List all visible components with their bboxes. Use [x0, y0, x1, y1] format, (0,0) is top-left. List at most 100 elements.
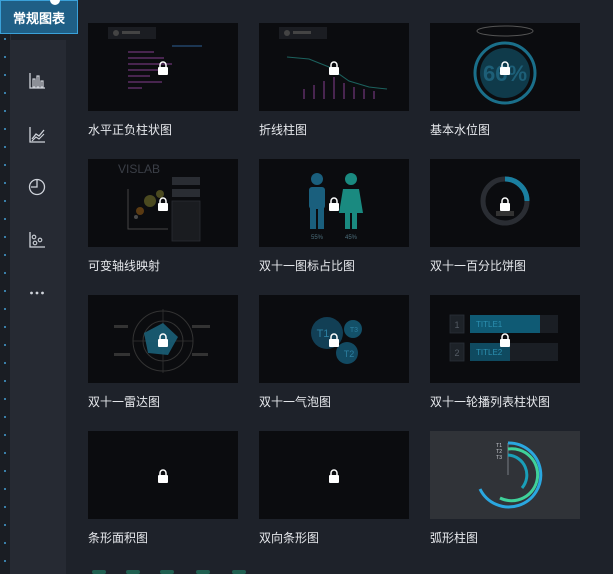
ruler-tick [4, 182, 6, 184]
chart-thumbnail[interactable] [259, 23, 409, 111]
chart-thumbnail[interactable]: T1 T2 T3 [259, 295, 409, 383]
chart-card-label: 双十一气泡图 [259, 395, 332, 409]
row-rank-1: 1 [454, 320, 459, 330]
lock-icon [500, 61, 510, 75]
sidebar-item-scatter[interactable] [24, 227, 50, 253]
lock-icon [500, 197, 510, 211]
chart-card-line-bar[interactable]: 折线柱图 [259, 23, 409, 137]
scatter-chart-icon [29, 232, 45, 248]
chart-card-label: 弧形柱图 [430, 531, 479, 545]
lock-icon [158, 469, 168, 483]
ruler-tick [4, 524, 6, 526]
pie-chart-icon [28, 178, 46, 196]
ruler-tick [4, 380, 6, 382]
line-chart-icon [29, 127, 45, 143]
sidebar-item-more[interactable] [24, 280, 50, 306]
ruler-tick [4, 416, 6, 418]
lock-icon [329, 61, 339, 75]
vislab-title: VISLAB [118, 162, 160, 176]
ruler-tick [4, 344, 6, 346]
ruler-tick [4, 398, 6, 400]
chart-card-horizontal-pos-neg-bar[interactable]: 水平正负柱状图 [88, 23, 238, 137]
tab-regular-charts[interactable]: 常规图表 [0, 0, 78, 34]
lock-icon [500, 333, 510, 347]
ruler-tick [4, 254, 6, 256]
chart-card-bidirectional-bar[interactable]: 双向条形图 [259, 431, 409, 545]
sidebar-item-bar[interactable] [24, 68, 50, 94]
ruler-tick [4, 308, 6, 310]
ruler-tick [4, 200, 6, 202]
ruler-tick [4, 542, 6, 544]
sidebar-item-pie[interactable] [24, 174, 50, 200]
ruler-tick [4, 506, 6, 508]
ruler-tick [4, 362, 6, 364]
row-rank-2: 2 [454, 348, 459, 358]
chart-card-label: 双十一百分比饼图 [430, 259, 527, 273]
ring-label-t3: T3 [496, 455, 502, 461]
bubble-t3: T3 [350, 327, 358, 334]
lock-icon [329, 197, 339, 211]
ruler-tick [4, 74, 6, 76]
chart-card-bar-area[interactable]: 条形面积图 [88, 431, 238, 545]
chart-thumbnail[interactable] [88, 431, 238, 519]
chart-thumbnail[interactable] [259, 431, 409, 519]
chart-thumbnail[interactable]: 1 2 TITLE1 TITLE2 [430, 295, 580, 383]
chart-card-arc-bar[interactable]: T1 T2 T3 弧形柱图 [430, 431, 580, 545]
ruler-tick [4, 272, 6, 274]
lock-icon [329, 333, 339, 347]
ruler-tick [4, 326, 6, 328]
chart-card-label: 双十一轮播列表柱状图 [430, 395, 551, 409]
ruler-tick [4, 470, 6, 472]
bottom-tick [92, 570, 106, 574]
bubble-t2: T2 [344, 349, 355, 359]
chart-card-radar[interactable]: 双十一雷达图 [88, 295, 238, 409]
chart-card-label: 双向条形图 [259, 531, 320, 545]
chart-card-label: 折线柱图 [259, 123, 308, 137]
chart-thumbnail[interactable]: VISLAB [88, 159, 238, 247]
chart-card-variable-axis[interactable]: VISLAB 可变轴线映射 [88, 159, 238, 273]
chart-card-label: 可变轴线映射 [88, 259, 161, 273]
bar-chart-icon [29, 73, 45, 89]
chart-card-icon-ratio[interactable]: 55% 45% 双十一图标占比图 [259, 159, 409, 273]
chart-thumbnail[interactable]: 66% [430, 23, 580, 111]
ruler-tick [4, 38, 6, 40]
bottom-tick [232, 570, 246, 574]
ruler-tick [4, 164, 6, 166]
tab-label: 常规图表 [12, 10, 65, 26]
bottom-tick [160, 570, 174, 574]
chart-card-bubble[interactable]: T1 T2 T3 双十一气泡图 [259, 295, 409, 409]
chart-thumbnail[interactable] [88, 295, 238, 383]
sidebar-item-line[interactable] [24, 122, 50, 148]
bottom-tick [196, 570, 210, 574]
row-title-1: TITLE1 [476, 320, 503, 329]
chart-card-label: 双十一图标占比图 [259, 259, 356, 273]
lock-icon [158, 333, 168, 347]
female-percent: 45% [345, 235, 358, 241]
row-title-2: TITLE2 [476, 348, 503, 357]
lock-icon [329, 469, 339, 483]
ruler-tick [4, 236, 6, 238]
ruler-tick [4, 560, 6, 562]
chart-card-carousel-bar-list[interactable]: 1 2 TITLE1 TITLE2 双十一轮播列表柱状图 [430, 295, 580, 409]
chart-thumbnail[interactable]: T1 T2 T3 [430, 431, 580, 519]
more-icon [30, 291, 44, 295]
chart-thumbnail[interactable] [88, 23, 238, 111]
ruler-tick [4, 56, 6, 58]
chart-card-water-level[interactable]: 66% 基本水位图 [430, 23, 580, 137]
chart-category-sidebar [10, 40, 66, 574]
ruler-tick [4, 92, 6, 94]
male-percent: 55% [311, 235, 324, 241]
lock-icon [158, 197, 168, 211]
thumbnail-art: T1 T2 T3 [478, 441, 543, 509]
chart-library-panel: 常规图表 水平正负柱状图 折线柱图 基本水位图 VISLAB 可变轴线映射 55… [0, 0, 613, 574]
ruler-tick [4, 128, 6, 130]
chart-card-percent-pie[interactable]: 双十一百分比饼图 [430, 159, 580, 273]
lock-icon [158, 61, 168, 75]
chart-thumbnail[interactable] [430, 159, 580, 247]
ruler-tick [4, 434, 6, 436]
ruler-tick [4, 110, 6, 112]
bottom-tick [126, 570, 140, 574]
chart-thumbnail[interactable]: 55% 45% [259, 159, 409, 247]
chart-card-label: 双十一雷达图 [88, 395, 161, 409]
chart-card-label: 水平正负柱状图 [88, 123, 173, 137]
